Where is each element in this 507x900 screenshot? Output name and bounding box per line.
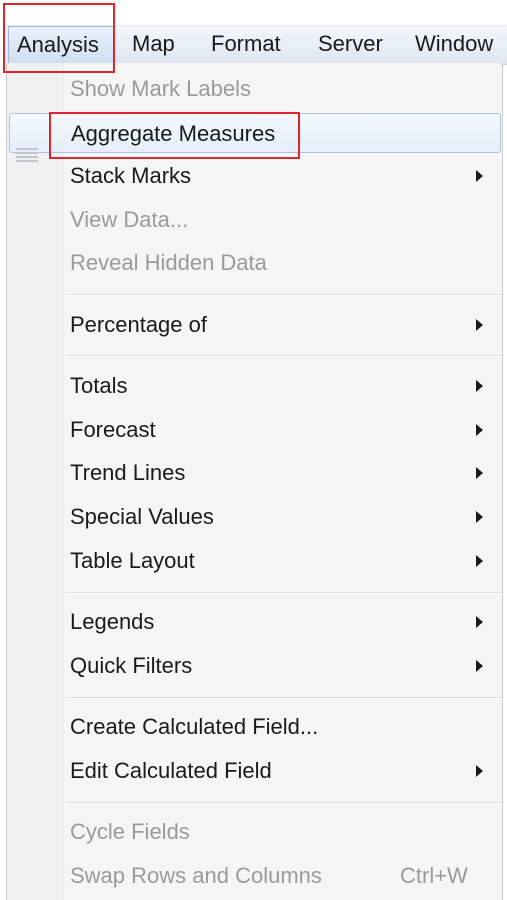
menu-item-label: Edit Calculated Field <box>70 758 272 783</box>
menu-separator <box>67 802 501 804</box>
submenu-arrow-icon <box>476 765 483 777</box>
menu-item-reveal-hidden-data: Reveal Hidden Data <box>7 243 502 283</box>
menu-item-label: Cycle Fields <box>70 819 190 844</box>
menu-item-view-data: View Data... <box>7 200 502 240</box>
menu-separator <box>67 355 501 357</box>
menu-item-label: Stack Marks <box>70 163 192 188</box>
menu-item-aggregate-measures[interactable]: Aggregate Measures <box>9 113 501 153</box>
menu-item-label: View Data... <box>70 207 189 232</box>
menu-item-label: Trend Lines <box>70 460 186 485</box>
submenu-arrow-icon <box>476 170 483 182</box>
menu-item-label: Quick Filters <box>70 653 193 678</box>
menu-item-swap-rows-and-columns: Swap Rows and Columns Ctrl+W <box>7 856 502 896</box>
menu-item-label: Forecast <box>70 417 156 442</box>
menu-item-shortcut: Ctrl+W <box>400 863 468 888</box>
menu-item-label: Special Values <box>70 504 214 529</box>
menu-window[interactable]: Window <box>415 26 493 64</box>
menu-item-edit-calculated-field[interactable]: Edit Calculated Field <box>7 751 502 791</box>
menu-item-label: Reveal Hidden Data <box>70 250 267 275</box>
menu-item-totals[interactable]: Totals <box>7 366 502 406</box>
submenu-arrow-icon <box>476 555 483 567</box>
menu-item-label: Percentage of <box>70 312 207 337</box>
menu-item-table-layout[interactable]: Table Layout <box>7 541 502 581</box>
menu-separator <box>67 697 501 699</box>
menu-map[interactable]: Map <box>132 26 175 64</box>
menu-format[interactable]: Format <box>211 26 281 64</box>
menu-item-quick-filters[interactable]: Quick Filters <box>7 646 502 686</box>
submenu-arrow-icon <box>476 380 483 392</box>
menu-item-create-calculated-field[interactable]: Create Calculated Field... <box>7 707 502 747</box>
menu-item-label: Totals <box>70 373 128 398</box>
screenshot-root: Analysis Map Format Server Window Show M… <box>0 0 507 900</box>
submenu-arrow-icon <box>476 616 483 628</box>
menu-item-cycle-fields: Cycle Fields <box>7 812 502 852</box>
submenu-arrow-icon <box>476 467 483 479</box>
submenu-arrow-icon <box>476 319 483 331</box>
menu-item-label: Show Mark Labels <box>70 76 251 101</box>
submenu-arrow-icon <box>476 660 483 672</box>
submenu-arrow-icon <box>476 511 483 523</box>
menu-item-percentage-of[interactable]: Percentage of <box>7 305 502 345</box>
analysis-dropdown-menu: Show Mark Labels Aggregate Measures Stac… <box>6 63 503 900</box>
menu-item-stack-marks[interactable]: Stack Marks <box>7 156 502 196</box>
submenu-arrow-icon <box>476 424 483 436</box>
menu-item-show-mark-labels: Show Mark Labels <box>7 69 502 109</box>
view-data-icon <box>16 148 38 162</box>
menu-server[interactable]: Server <box>318 26 383 64</box>
menu-separator <box>67 294 501 296</box>
menu-analysis[interactable]: Analysis <box>8 26 114 64</box>
menu-item-trend-lines[interactable]: Trend Lines <box>7 453 502 493</box>
menu-item-forecast[interactable]: Forecast <box>7 410 502 450</box>
menu-separator <box>67 592 501 594</box>
menu-item-label: Aggregate Measures <box>71 121 276 146</box>
menu-item-label: Table Layout <box>70 548 195 573</box>
menu-item-legends[interactable]: Legends <box>7 602 502 642</box>
menu-item-label: Create Calculated Field... <box>70 714 319 739</box>
menu-item-special-values[interactable]: Special Values <box>7 497 502 537</box>
menu-item-label: Swap Rows and Columns <box>70 863 322 888</box>
menu-bar: Analysis Map Format Server Window <box>6 25 507 65</box>
menu-item-label: Legends <box>70 609 155 634</box>
